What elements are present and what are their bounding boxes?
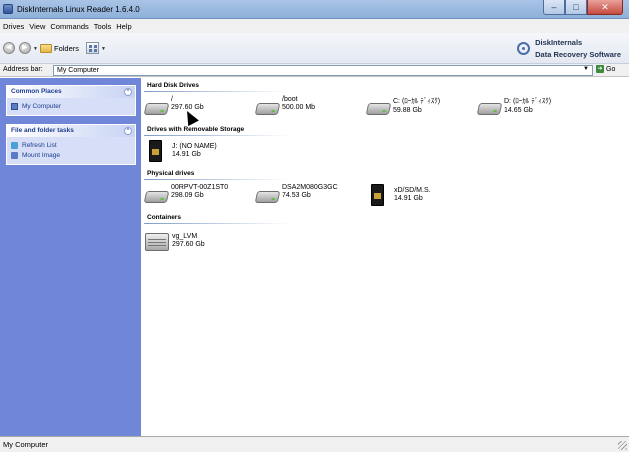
title-bar: DiskInternals Linux Reader 1.6.4.0 – □ ✕ — [0, 0, 629, 19]
drive-item-d[interactable]: D: (ﾛｰｶﾙ ﾃﾞｨｽｸ) 14.65 Gb — [476, 96, 552, 115]
file-tasks-header[interactable]: File and folder tasks ⌃ — [7, 125, 135, 137]
group-divider — [144, 179, 289, 180]
collapse-icon[interactable]: ⌃ — [124, 127, 132, 135]
drive-item-vg-lvm[interactable]: vg_LVM 297.60 Gb — [145, 230, 205, 251]
link-refresh-list[interactable]: Refresh List — [11, 140, 131, 150]
drive-name: / — [171, 96, 173, 103]
drive-name: vg_LVM — [172, 233, 198, 240]
file-tasks-panel: File and folder tasks ⌃ Refresh List Mou… — [6, 124, 136, 165]
address-chevron-down-icon[interactable]: ▼ — [583, 66, 589, 72]
mount-image-icon — [11, 151, 18, 159]
group-header-containers: Containers — [147, 214, 181, 221]
address-label: Address bar: — [3, 66, 43, 73]
menu-bar: Drives View Commands Tools Help — [0, 19, 629, 33]
go-button[interactable]: ➜ Go — [596, 65, 615, 73]
drive-name: D: (ﾛｰｶﾙ ﾃﾞｨｽｸ) — [504, 98, 552, 105]
collapse-icon[interactable]: ⌃ — [124, 88, 132, 96]
group-divider — [144, 223, 289, 224]
toolbar: ◀ ▶ ▼ Folders ▼ DiskInternals Data Recov… — [0, 33, 629, 64]
resize-grip-icon[interactable] — [618, 441, 627, 450]
container-icon — [145, 233, 169, 251]
link-label: Refresh List — [22, 141, 57, 149]
drive-size: 297.60 Gb — [172, 241, 205, 248]
status-text: My Computer — [3, 440, 49, 449]
link-label: Mount Image — [22, 151, 60, 159]
drive-name: DSA2M080G3GC — [282, 184, 338, 191]
menu-drives[interactable]: Drives — [3, 22, 24, 31]
memory-card-icon — [371, 184, 384, 206]
drive-name: xD/SD/M.S. — [394, 187, 431, 194]
common-places-header[interactable]: Common Places ⌃ — [7, 86, 135, 98]
drive-name: 00RPVT-00Z1ST0 — [171, 184, 229, 191]
drive-item-physical-1[interactable]: 00RPVT-00Z1ST0 298.09 Gb — [143, 184, 229, 203]
drive-item-boot[interactable]: /boot 500.00 Mb — [254, 96, 316, 115]
group-header-hard-disk: Hard Disk Drives — [147, 82, 200, 89]
memory-card-icon — [149, 140, 162, 162]
forward-arrow-icon[interactable]: ▶ — [19, 42, 31, 54]
drive-list-pane: Hard Disk Drives / 297.60 Gb /boot 500.0… — [141, 78, 629, 436]
go-label: Go — [606, 65, 616, 73]
brand-name: DiskInternals — [535, 38, 583, 47]
drive-item-c[interactable]: C: (ﾛｰｶﾙ ﾃﾞｨｽｸ) 59.88 Gb — [365, 96, 441, 115]
folders-label: Folders — [54, 44, 80, 53]
status-bar: My Computer — [0, 436, 629, 452]
drive-size: 14.91 Gb — [394, 195, 423, 202]
brand-block: DiskInternals Data Recovery Software — [517, 38, 621, 59]
drive-size: 14.65 Gb — [504, 107, 533, 114]
views-chevron-down-icon[interactable]: ▼ — [101, 46, 106, 52]
back-arrow-icon[interactable]: ◀ — [3, 42, 15, 54]
link-mount-image[interactable]: Mount Image — [11, 150, 131, 160]
maximize-button[interactable]: □ — [565, 0, 587, 15]
drive-size: 500.00 Mb — [282, 104, 316, 111]
chevron-down-icon[interactable]: ▼ — [33, 46, 38, 52]
common-places-title: Common Places — [11, 88, 62, 95]
drive-name: C: (ﾛｰｶﾙ ﾃﾞｨｽｸ) — [393, 98, 441, 105]
drive-name: /boot — [282, 96, 298, 103]
group-divider — [144, 135, 289, 136]
drive-size: 298.09 Gb — [171, 192, 204, 199]
drive-size: 14.91 Gb — [172, 151, 201, 158]
hard-drive-icon — [254, 191, 281, 203]
group-divider — [144, 91, 289, 92]
drive-item-physical-2[interactable]: DSA2M080G3GC 74.53 Gb — [254, 184, 338, 203]
app-icon — [3, 4, 13, 14]
menu-help[interactable]: Help — [116, 22, 131, 31]
go-arrow-icon: ➜ — [596, 65, 604, 73]
computer-icon — [11, 102, 18, 110]
common-places-panel: Common Places ⌃ My Computer — [6, 85, 136, 116]
minimize-button[interactable]: – — [543, 0, 565, 15]
hard-drive-icon — [365, 103, 392, 115]
drive-item-physical-3[interactable]: xD/SD/M.S. 14.91 Gb — [371, 184, 431, 206]
folder-icon — [40, 44, 52, 53]
group-header-removable: Drives with Removable Storage — [147, 126, 245, 133]
folders-button[interactable]: Folders — [40, 42, 79, 55]
file-tasks-title: File and folder tasks — [11, 127, 74, 134]
drive-size: 74.53 Gb — [282, 192, 311, 199]
hard-drive-icon — [143, 191, 170, 203]
link-label: My Computer — [22, 102, 62, 110]
group-header-physical: Physical drives — [147, 170, 195, 177]
close-button[interactable]: ✕ — [587, 0, 623, 15]
address-bar: Address bar: My Computer ▼ ➜ Go — [0, 64, 629, 77]
menu-commands[interactable]: Commands — [50, 22, 88, 31]
brand-tagline: Data Recovery Software — [535, 50, 621, 59]
address-input[interactable]: My Computer — [53, 65, 593, 76]
drive-name: J: (NO NAME) — [172, 143, 217, 150]
window-controls: – □ ✕ — [543, 0, 623, 15]
hard-drive-icon — [476, 103, 503, 115]
views-button[interactable] — [86, 42, 99, 54]
task-pane: Common Places ⌃ My Computer File and fol… — [0, 78, 141, 436]
menu-view[interactable]: View — [29, 22, 45, 31]
drive-item-j[interactable]: J: (NO NAME) 14.91 Gb — [149, 140, 217, 162]
brand-logo-icon — [517, 42, 531, 55]
hard-drive-icon — [143, 103, 170, 115]
hard-drive-icon — [254, 103, 281, 115]
refresh-icon — [11, 141, 18, 149]
link-my-computer[interactable]: My Computer — [11, 101, 131, 111]
window-title: DiskInternals Linux Reader 1.6.4.0 — [17, 5, 140, 14]
drive-size: 59.88 Gb — [393, 107, 422, 114]
menu-tools[interactable]: Tools — [94, 22, 112, 31]
